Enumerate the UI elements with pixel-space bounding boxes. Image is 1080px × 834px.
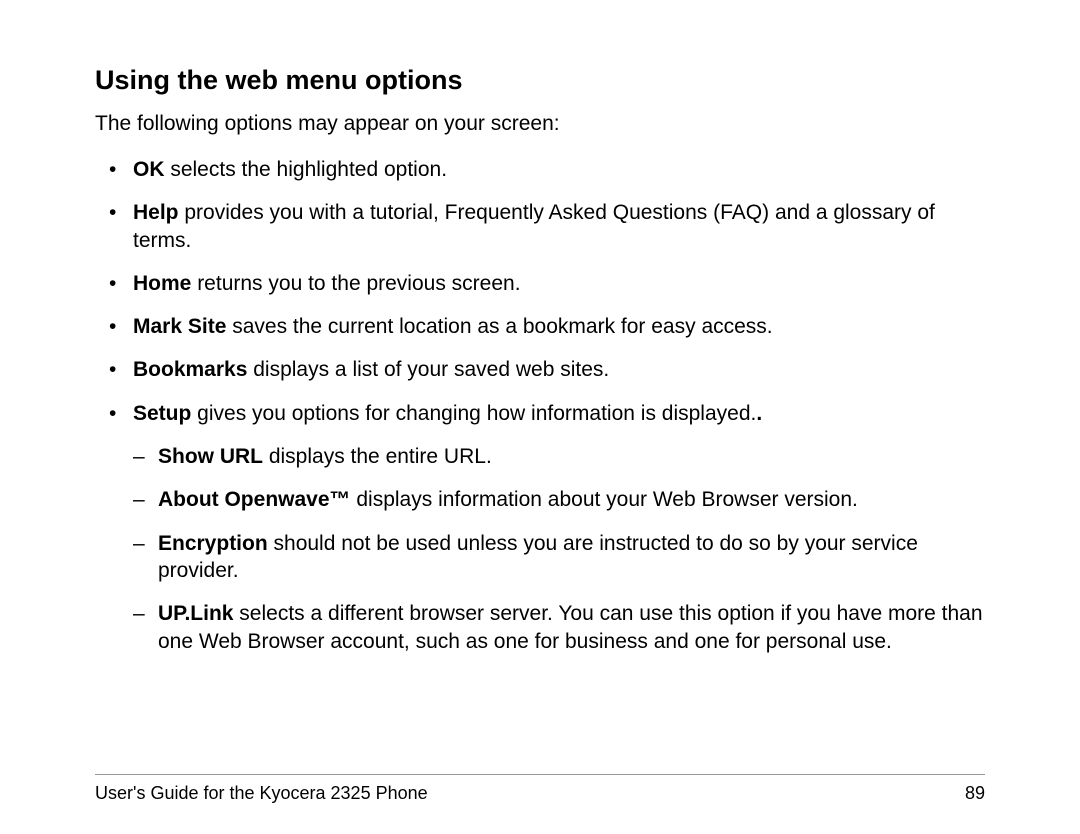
option-name: Help	[133, 201, 179, 224]
page-footer: User's Guide for the Kyocera 2325 Phone …	[95, 774, 985, 804]
list-item: Help provides you with a tutorial, Frequ…	[95, 199, 985, 254]
page-number: 89	[965, 783, 985, 804]
list-item: OK selects the highlighted option.	[95, 156, 985, 183]
list-item: Home returns you to the previous screen.	[95, 270, 985, 297]
option-name: Mark Site	[133, 315, 226, 338]
option-name: UP.Link	[158, 602, 233, 625]
option-desc: provides you with a tutorial, Frequently…	[133, 201, 935, 251]
list-item: UP.Link selects a different browser serv…	[133, 600, 985, 655]
option-name: Encryption	[158, 532, 268, 555]
option-desc: selects the highlighted option.	[165, 158, 448, 181]
list-item: Setup gives you options for changing how…	[95, 400, 985, 655]
list-item: About Openwave™ displays information abo…	[133, 486, 985, 513]
option-desc: displays a list of your saved web sites.	[247, 358, 609, 381]
option-desc: gives you options for changing how infor…	[191, 402, 756, 425]
option-name: Setup	[133, 402, 191, 425]
list-item: Bookmarks displays a list of your saved …	[95, 356, 985, 383]
option-name: About Openwave™	[158, 488, 351, 511]
option-desc: selects a different browser server. You …	[158, 602, 983, 652]
footer-title: User's Guide for the Kyocera 2325 Phone	[95, 783, 428, 804]
option-name: Bookmarks	[133, 358, 247, 381]
option-name: OK	[133, 158, 165, 181]
option-name: Show URL	[158, 445, 263, 468]
option-name: Home	[133, 272, 191, 295]
option-desc: displays the entire URL.	[263, 445, 492, 468]
option-desc: displays information about your Web Brow…	[351, 488, 858, 511]
intro-text: The following options may appear on your…	[95, 112, 985, 136]
setup-sublist: Show URL displays the entire URL. About …	[133, 443, 985, 655]
option-desc: saves the current location as a bookmark…	[226, 315, 772, 338]
list-item: Show URL displays the entire URL.	[133, 443, 985, 470]
option-desc: returns you to the previous screen.	[191, 272, 520, 295]
section-heading: Using the web menu options	[95, 65, 985, 96]
option-desc: should not be used unless you are instru…	[158, 532, 918, 582]
list-item: Encryption should not be used unless you…	[133, 530, 985, 585]
options-list: OK selects the highlighted option. Help …	[95, 156, 985, 655]
list-item: Mark Site saves the current location as …	[95, 313, 985, 340]
